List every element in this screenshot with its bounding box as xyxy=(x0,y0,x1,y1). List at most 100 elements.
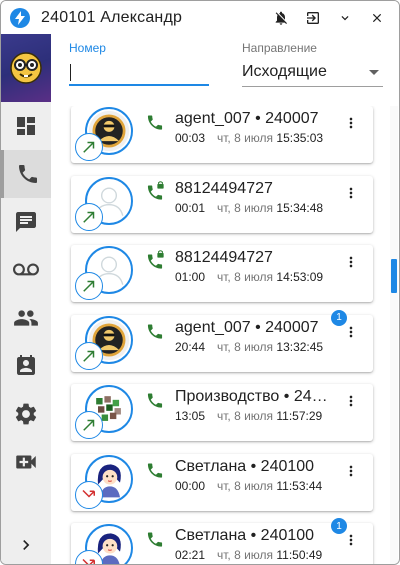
softphone-window: 240101 Александр Номер Направление Исход… xyxy=(0,0,400,565)
secure-call-icon xyxy=(144,180,166,202)
call-time: 11:53:44 xyxy=(276,478,323,493)
call-time: 11:57:29 xyxy=(276,409,323,423)
sidebar-item-voicemail[interactable] xyxy=(1,246,51,294)
call-list-item[interactable]: Производство • 240200 13:05 чт, 8 июля 1… xyxy=(71,384,373,441)
sidebar-item-contacts[interactable] xyxy=(1,294,51,342)
phone-icon xyxy=(147,393,163,408)
call-contact-name: Производство • 240200 xyxy=(175,388,333,405)
call-list-item[interactable]: agent_007 • 240007 20:44 чт, 8 июля 13:3… xyxy=(71,309,373,372)
minimize-button[interactable] xyxy=(329,1,361,34)
call-contact-name: Светлана • 240100 xyxy=(175,527,315,544)
video-add-icon xyxy=(16,455,36,469)
nerd-face-icon xyxy=(10,52,42,84)
chevron-right-icon xyxy=(23,540,30,550)
outgoing-arrow-icon xyxy=(83,419,95,431)
call-date: чт, 8 июля 11:57:29 xyxy=(217,409,323,423)
sidebar-item-calls[interactable] xyxy=(1,150,51,198)
sidebar-item-chat[interactable] xyxy=(1,198,51,246)
call-time: 11:50:49 xyxy=(276,548,323,562)
more-vert-icon xyxy=(349,326,353,337)
call-time: 15:34:48 xyxy=(276,200,324,215)
mute-notifications-button[interactable] xyxy=(265,1,297,34)
more-vert-icon xyxy=(349,117,353,129)
call-duration: 01:00 xyxy=(175,270,206,284)
call-date: чт, 8 июля 11:53:44 xyxy=(217,478,323,493)
call-contact-name: Светлана • 240100 xyxy=(175,457,315,475)
outgoing-arrow-icon xyxy=(83,141,95,153)
more-vert-icon xyxy=(349,465,353,476)
close-icon xyxy=(372,13,382,22)
call-date: чт, 8 июля 15:35:03 xyxy=(217,131,324,145)
scrollbar-thumb[interactable] xyxy=(391,259,397,293)
call-duration: 02:21 xyxy=(175,548,206,562)
secure-call-icon xyxy=(144,249,166,271)
more-options-button[interactable] xyxy=(343,528,359,552)
more-options-button[interactable] xyxy=(343,459,359,483)
sidebar-item-dashboard[interactable] xyxy=(1,102,51,150)
call-list-item[interactable]: 88124494727 01:00 чт, 8 июля 14:53:09 xyxy=(71,245,373,302)
title-bar: 240101 Александр xyxy=(1,1,399,34)
more-options-button[interactable] xyxy=(343,389,359,413)
text-caret xyxy=(70,64,71,81)
direction-badge xyxy=(75,133,103,161)
call-icon xyxy=(144,388,166,410)
call-contact-name: agent_007 • 240007 xyxy=(175,110,319,127)
call-icon xyxy=(144,319,166,341)
exit-icon xyxy=(307,11,319,24)
user-avatar[interactable] xyxy=(1,34,51,102)
number-input[interactable] xyxy=(69,60,209,86)
chevron-down-icon xyxy=(341,15,349,20)
direction-value: Исходящие xyxy=(242,63,327,80)
outgoing-arrow-icon xyxy=(83,350,95,362)
close-button[interactable] xyxy=(361,1,393,34)
more-vert-icon xyxy=(349,534,353,546)
scrollbar[interactable] xyxy=(390,106,398,564)
call-duration: 13:05 xyxy=(175,409,206,423)
phone-icon xyxy=(18,165,37,183)
phone-lock-icon xyxy=(147,250,164,269)
call-list-item[interactable]: 88124494727 00:01 чт, 8 июля 15:34:48 xyxy=(71,175,373,233)
more-options-button[interactable] xyxy=(343,181,359,205)
call-list-item[interactable]: agent_007 • 240007 00:03 чт, 8 июля 15:3… xyxy=(71,106,373,163)
more-options-button[interactable] xyxy=(343,111,359,135)
phone-icon xyxy=(147,324,163,339)
chat-icon xyxy=(16,212,36,232)
window-controls xyxy=(265,1,393,34)
direction-badge xyxy=(75,272,103,300)
call-time: 15:35:03 xyxy=(276,131,324,145)
call-filters: Номер Направление Исходящие xyxy=(51,34,399,106)
outgoing-arrow-icon xyxy=(83,211,95,223)
missed-call-arrow-icon xyxy=(82,489,95,498)
sidebar-item-calendar[interactable] xyxy=(1,342,51,390)
direction-select[interactable]: Исходящие xyxy=(242,58,383,87)
sidebar-item-video[interactable] xyxy=(1,438,51,486)
sidebar-item-settings[interactable] xyxy=(1,390,51,438)
call-date: чт, 8 июля 14:53:09 xyxy=(217,270,324,284)
bell-off-icon xyxy=(275,11,287,25)
more-options-button[interactable] xyxy=(343,320,359,344)
call-date: чт, 8 июля 13:32:45 xyxy=(217,339,324,354)
call-list-item[interactable]: Светлана • 240100 00:00 чт, 8 июля 11:53… xyxy=(71,453,373,511)
more-options-button[interactable] xyxy=(343,250,359,274)
voicemail-icon xyxy=(13,263,39,276)
phone-icon xyxy=(147,115,163,130)
missed-call-arrow-icon xyxy=(82,558,95,564)
call-icon xyxy=(144,458,166,480)
unread-count-badge: 1 xyxy=(331,309,347,326)
gear-icon xyxy=(15,403,37,425)
call-list-item[interactable]: Светлана • 240100 02:21 чт, 8 июля 11:50… xyxy=(71,518,373,564)
more-vert-icon xyxy=(349,187,353,198)
call-time: 14:53:09 xyxy=(276,270,324,284)
phone-icon xyxy=(147,532,163,547)
sidebar-expand-button[interactable] xyxy=(1,525,51,564)
direction-badge xyxy=(75,202,103,231)
call-history-list: agent_007 • 240007 00:03 чт, 8 июля 15:3… xyxy=(51,106,399,564)
call-contact-name: 88124494727 xyxy=(175,249,273,266)
people-icon xyxy=(14,310,38,326)
logout-button[interactable] xyxy=(297,1,329,34)
more-vert-icon xyxy=(349,256,353,268)
sidebar xyxy=(1,34,51,564)
direction-badge xyxy=(75,341,103,370)
call-time: 13:32:45 xyxy=(276,339,324,354)
unread-count-badge: 1 xyxy=(331,518,347,534)
